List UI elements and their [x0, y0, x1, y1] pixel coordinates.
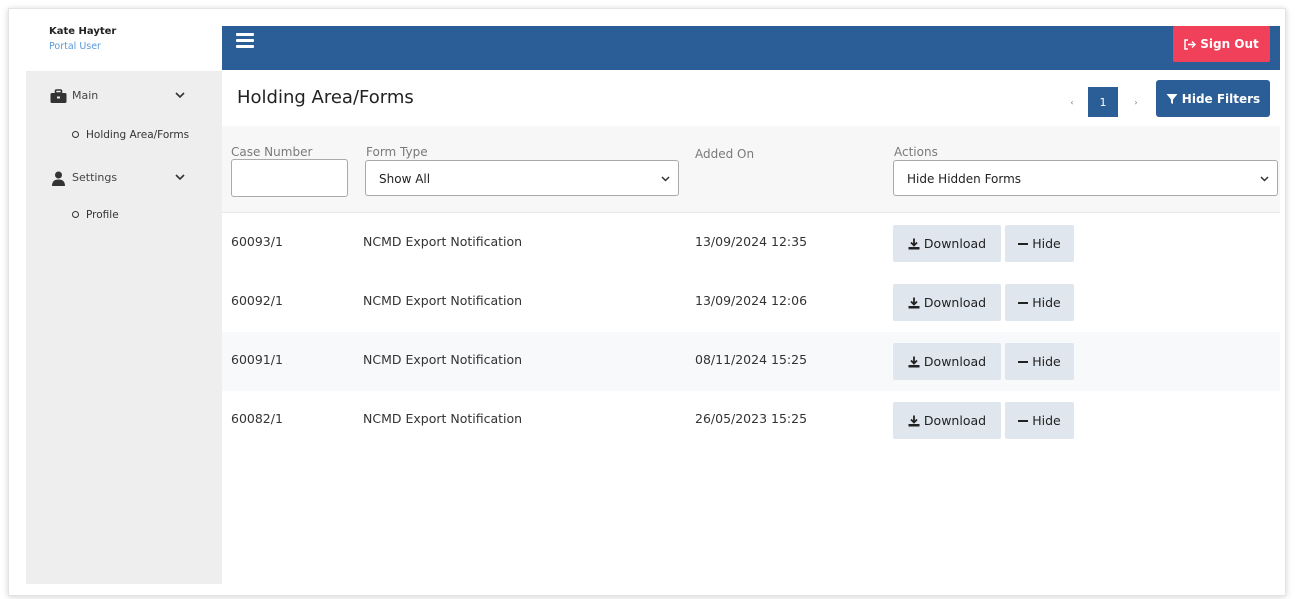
form-type-cell: NCMD Export Notification	[363, 352, 523, 367]
added-on-label: Added On	[695, 147, 755, 161]
form-type-cell: NCMD Export Notification	[363, 411, 523, 426]
download-button[interactable]: Download	[893, 343, 1001, 380]
form-type-label: Form Type	[366, 145, 428, 159]
hide-label: Hide	[1032, 236, 1061, 251]
hide-button[interactable]: Hide	[1005, 402, 1074, 439]
added-on-cell: 26/05/2023 15:25	[695, 411, 808, 426]
case-number-label: Case Number	[231, 145, 313, 159]
download-button[interactable]: Download	[893, 225, 1001, 262]
table-row: 60082/1 NCMD Export Notification 26/05/2…	[222, 391, 1280, 450]
top-bar: Sign Out	[222, 26, 1280, 70]
circle-bullet-icon	[72, 211, 79, 218]
added-on-cell: 13/09/2024 12:06	[695, 293, 808, 308]
sidebar-group-label: Settings	[72, 171, 118, 184]
filter-row: Case Number Form Type Show All Added On …	[222, 126, 1280, 213]
hide-label: Hide	[1032, 354, 1061, 369]
download-label: Download	[923, 413, 987, 428]
case-number-cell: 60082/1	[231, 411, 283, 426]
sidebar-group-label: Main	[72, 89, 99, 102]
pager-page-current[interactable]: 1	[1088, 87, 1118, 117]
case-number-cell: 60093/1	[231, 234, 283, 249]
download-label: Download	[923, 295, 987, 310]
user-name: Kate Hayter	[49, 26, 117, 37]
download-icon	[908, 356, 920, 367]
hide-label: Hide	[1032, 413, 1061, 428]
user-icon	[52, 171, 65, 186]
case-number-cell: 60091/1	[231, 352, 283, 367]
user-panel: Kate Hayter Portal User	[26, 26, 222, 71]
form-type-cell: NCMD Export Notification	[363, 293, 523, 308]
sidebar-item-label: Profile	[86, 209, 119, 221]
table-row: 60093/1 NCMD Export Notification 13/09/2…	[222, 214, 1280, 273]
minus-icon	[1018, 301, 1029, 304]
download-icon	[908, 238, 920, 249]
hide-label: Hide	[1032, 295, 1061, 310]
form-type-cell: NCMD Export Notification	[363, 234, 523, 249]
form-type-select[interactable]: Show All	[365, 160, 679, 196]
briefcase-icon	[50, 89, 67, 103]
pager-prev-button[interactable]: ‹	[1062, 87, 1082, 117]
hide-button[interactable]: Hide	[1005, 343, 1074, 380]
user-role: Portal User	[49, 41, 101, 52]
chevron-down-icon	[661, 176, 670, 182]
case-number-input[interactable]	[231, 159, 348, 197]
sidebar-group-main[interactable]: Main	[26, 85, 222, 115]
hamburger-menu-icon[interactable]	[236, 33, 254, 48]
chevron-down-icon	[175, 174, 185, 181]
added-on-cell: 08/11/2024 15:25	[695, 352, 808, 367]
chevron-down-icon	[175, 92, 185, 99]
sign-out-icon	[1184, 38, 1197, 50]
download-icon	[908, 297, 920, 308]
added-on-cell: 13/09/2024 12:35	[695, 234, 808, 249]
sidebar-item-profile[interactable]: Profile	[72, 209, 119, 221]
download-label: Download	[923, 354, 987, 369]
hide-filters-button[interactable]: Hide Filters	[1156, 80, 1270, 117]
minus-icon	[1018, 242, 1029, 245]
hide-button[interactable]: Hide	[1005, 225, 1074, 262]
minus-icon	[1018, 360, 1029, 363]
sidebar-item-label: Holding Area/Forms	[86, 129, 190, 141]
download-button[interactable]: Download	[893, 284, 1001, 321]
sidebar-item-holding-area[interactable]: Holding Area/Forms	[72, 129, 189, 141]
hide-button[interactable]: Hide	[1005, 284, 1074, 321]
download-icon	[908, 415, 920, 426]
case-number-cell: 60092/1	[231, 293, 283, 308]
sidebar: Main Holding Area/Forms Settings Profile	[26, 71, 222, 584]
minus-icon	[1018, 419, 1029, 422]
circle-bullet-icon	[72, 131, 79, 138]
form-type-value: Show All	[379, 172, 431, 186]
actions-select[interactable]: Hide Hidden Forms	[893, 160, 1278, 196]
table-row: 60092/1 NCMD Export Notification 13/09/2…	[222, 273, 1280, 332]
actions-label: Actions	[894, 145, 938, 159]
actions-value: Hide Hidden Forms	[907, 172, 1022, 186]
pager-next-button[interactable]: ›	[1126, 87, 1146, 117]
filter-icon	[1166, 93, 1178, 104]
chevron-down-icon	[1260, 176, 1269, 182]
download-button[interactable]: Download	[893, 402, 1001, 439]
sign-out-label: Sign Out	[1200, 37, 1259, 51]
hide-filters-label: Hide Filters	[1181, 91, 1261, 106]
sidebar-group-settings[interactable]: Settings	[26, 167, 222, 197]
page-title: Holding Area/Forms	[237, 87, 414, 108]
sign-out-button[interactable]: Sign Out	[1173, 26, 1270, 62]
table-row: 60091/1 NCMD Export Notification 08/11/2…	[222, 332, 1280, 391]
download-label: Download	[923, 236, 987, 251]
